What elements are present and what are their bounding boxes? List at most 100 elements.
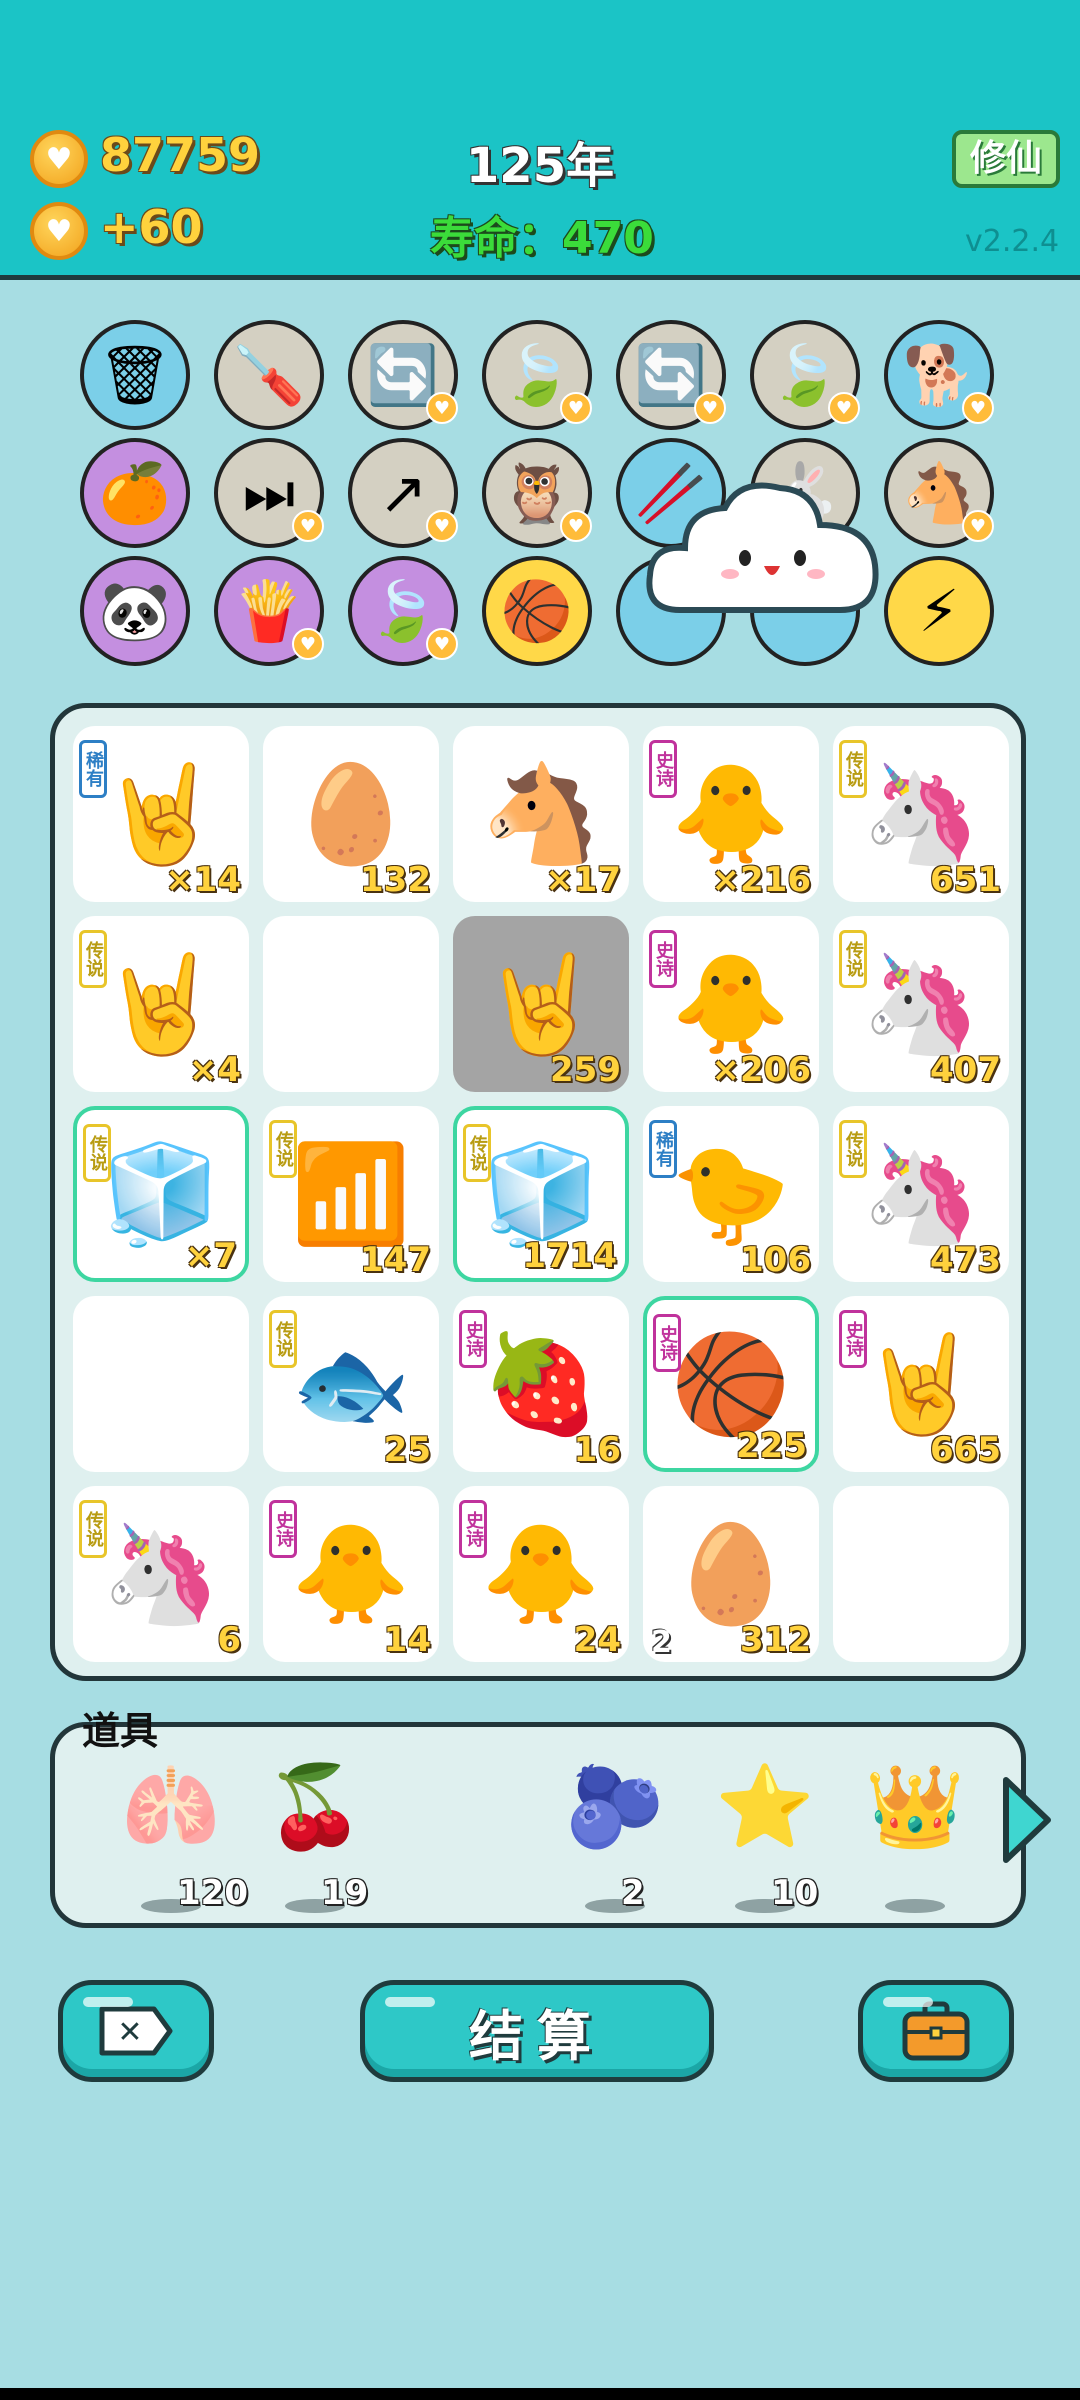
board-cell[interactable]: 传说 🦄 473 (833, 1106, 1009, 1282)
board-cell-empty[interactable] (263, 916, 439, 1092)
husky-dog-icon[interactable]: 🐕 ♥ (884, 320, 994, 430)
crown-icon: 👑 (865, 1760, 965, 1853)
unicorn-icon: 🦄 (861, 758, 981, 870)
item-count: 473 (930, 1240, 1001, 1280)
fries-icon[interactable]: 🍟 ♥ (214, 556, 324, 666)
heart-badge-icon: ♥ (426, 628, 458, 660)
board-cell[interactable]: 史诗 🐥 ×206 (643, 916, 819, 1092)
prop-item[interactable]: ⭐ 10 (705, 1767, 825, 1917)
blueberry-icon: 🫐 (565, 1760, 665, 1853)
item-count: 1714 (522, 1236, 617, 1276)
hand-gesture-icon: 🤘 (101, 758, 221, 870)
hand-gesture-icon: 🤘 (861, 1328, 981, 1440)
board-cell[interactable]: 史诗 🐥 ×216 (643, 726, 819, 902)
coin-income: +60 (100, 200, 203, 254)
settle-button-label: 结算 (469, 2004, 605, 2068)
rarity-tag: 稀有 (649, 1120, 677, 1178)
board-cell[interactable]: 史诗 🏀 225 (643, 1296, 819, 1472)
rarity-tag: 史诗 (653, 1314, 681, 1372)
board-cell[interactable]: 传说 🤘 ×4 (73, 916, 249, 1092)
arrow-up-right-icon[interactable]: ↗ ♥ (348, 438, 458, 548)
screwdriver-icon[interactable]: 🪛 (214, 320, 324, 430)
board-cell[interactable]: 稀有 🐤 106 (643, 1106, 819, 1282)
heart-badge-icon: ♥ (560, 510, 592, 542)
board-cell[interactable]: 史诗 🤘 665 (833, 1296, 1009, 1472)
board-cell[interactable]: 传说 📶 147 (263, 1106, 439, 1282)
grapefruit-icon[interactable]: 🍊 (80, 438, 190, 548)
item-count: 651 (930, 860, 1001, 900)
panda-icon[interactable]: 🐼 (80, 556, 190, 666)
rarity-tag: 稀有 (79, 740, 107, 798)
svg-text:✕: ✕ (117, 2015, 142, 2050)
prop-item[interactable]: 🫁 120 (111, 1767, 248, 1917)
item-count: 106 (740, 1240, 811, 1280)
board-cell[interactable]: 传说 🐟 25 (263, 1296, 439, 1472)
owl-icon[interactable]: 🦉 ♥ (482, 438, 592, 548)
rarity-tag: 传说 (269, 1310, 297, 1368)
item-count: ×4 (188, 1050, 241, 1090)
lifespan-counter: 寿命：470 (430, 213, 654, 264)
koi-fish-icon: 🐟 (291, 1328, 411, 1440)
horses-icon[interactable]: 🐴 ♥ (884, 438, 994, 548)
cloud-mascot-icon (646, 482, 879, 613)
unicorn-icon: 🦄 (101, 1518, 221, 1630)
egg-icon: 🥚 (291, 758, 411, 870)
skip-icon[interactable]: ⏭ ♥ (214, 438, 324, 548)
lightning-icon[interactable]: ⚡ (884, 556, 994, 666)
board-cell[interactable]: 传说 🦄 6 (73, 1486, 249, 1662)
board-cell[interactable]: 传说 🧊 1714 (453, 1106, 629, 1282)
board-cell[interactable]: 史诗 🐥 24 (453, 1486, 629, 1662)
year-counter: 125年 (465, 138, 615, 194)
prop-item[interactable]: 👑 (855, 1767, 975, 1917)
heart-badge-icon: ♥ (426, 392, 458, 424)
chicken-icon: 🐤 (671, 1138, 791, 1250)
prop-item[interactable]: 🫐 2 (555, 1767, 675, 1917)
recycle-bin-icon[interactable]: 🗑 (80, 320, 190, 430)
rarity-tag: 传说 (463, 1124, 491, 1182)
board-cell[interactable]: 稀有 🤘 ×14 (73, 726, 249, 902)
item-count: 16 (573, 1430, 621, 1470)
board-cell[interactable]: 🥚 132 (263, 726, 439, 902)
prop-count: 2 (621, 1873, 645, 1913)
props-tray: 🫁 120 🍒 19 🫐 2 ⭐ 10 👑 (50, 1722, 1026, 1928)
board-cell[interactable]: 传说 🧊 ×7 (73, 1106, 249, 1282)
heart-badge-icon: ♥ (828, 392, 860, 424)
coin-balance: 87759 (100, 128, 261, 182)
prop-item[interactable]: 🍒 19 (255, 1767, 375, 1917)
close-button[interactable]: ✕ (58, 1980, 214, 2082)
leaf-icon-2[interactable]: 🍃 ♥ (750, 320, 860, 430)
bag-button[interactable] (858, 1980, 1014, 2082)
board-cell[interactable]: 史诗 🍓 16 (453, 1296, 629, 1472)
hand-gesture-icon: 🤘 (481, 948, 601, 1060)
board-cell-empty[interactable] (73, 1296, 249, 1472)
chick-king-icon: 🐥 (671, 758, 791, 870)
heart-badge-icon: ♥ (962, 392, 994, 424)
scroll-right-arrow-icon[interactable] (996, 1772, 1056, 1868)
heart-badge-icon: ♥ (694, 392, 726, 424)
top-status-bar: ♥ 87759 ♥ +60 125年 寿命：470 修仙 v2.2.4 (0, 0, 1080, 280)
heart-badge-icon: ♥ (292, 510, 324, 542)
settle-button[interactable]: 结算 (360, 1980, 714, 2082)
heart-badge-icon: ♥ (560, 392, 592, 424)
board-cell[interactable]: 🐴 ×17 (453, 726, 629, 902)
chick-icon: 🐥 (671, 948, 791, 1060)
close-icon: ✕ (99, 2006, 173, 2056)
prop-count: 19 (321, 1873, 369, 1913)
basketballs-icon[interactable]: 🏀 (482, 556, 592, 666)
board-cell[interactable]: 🥚 2 312 (643, 1486, 819, 1662)
board-cell[interactable]: 传说 🦄 407 (833, 916, 1009, 1092)
cultivate-button[interactable]: 修仙 (952, 130, 1060, 188)
board-cell[interactable]: 史诗 🐥 14 (263, 1486, 439, 1662)
board-cell[interactable]: 传说 🦄 651 (833, 726, 1009, 902)
leaf-icon[interactable]: 🍃 ♥ (482, 320, 592, 430)
merge-board: 稀有 🤘 ×14 🥚 132 🐴 ×17 史诗 🐥 ×216 传说 🦄 651 … (50, 703, 1026, 1681)
refresh-icon-2[interactable]: 🔄 ♥ (616, 320, 726, 430)
props-title: 道具 (82, 1709, 159, 1753)
refresh-icon[interactable]: 🔄 ♥ (348, 320, 458, 430)
board-cell-empty[interactable] (833, 1486, 1009, 1662)
leaf-lightning-icon[interactable]: 🍃 ♥ (348, 556, 458, 666)
board-cell-selected[interactable]: 🤘 259 (453, 916, 629, 1092)
hand-gesture-icon: 🤘 (101, 948, 221, 1060)
unicorn-icon: 🦄 (861, 948, 981, 1060)
item-count: 25 (383, 1430, 431, 1470)
